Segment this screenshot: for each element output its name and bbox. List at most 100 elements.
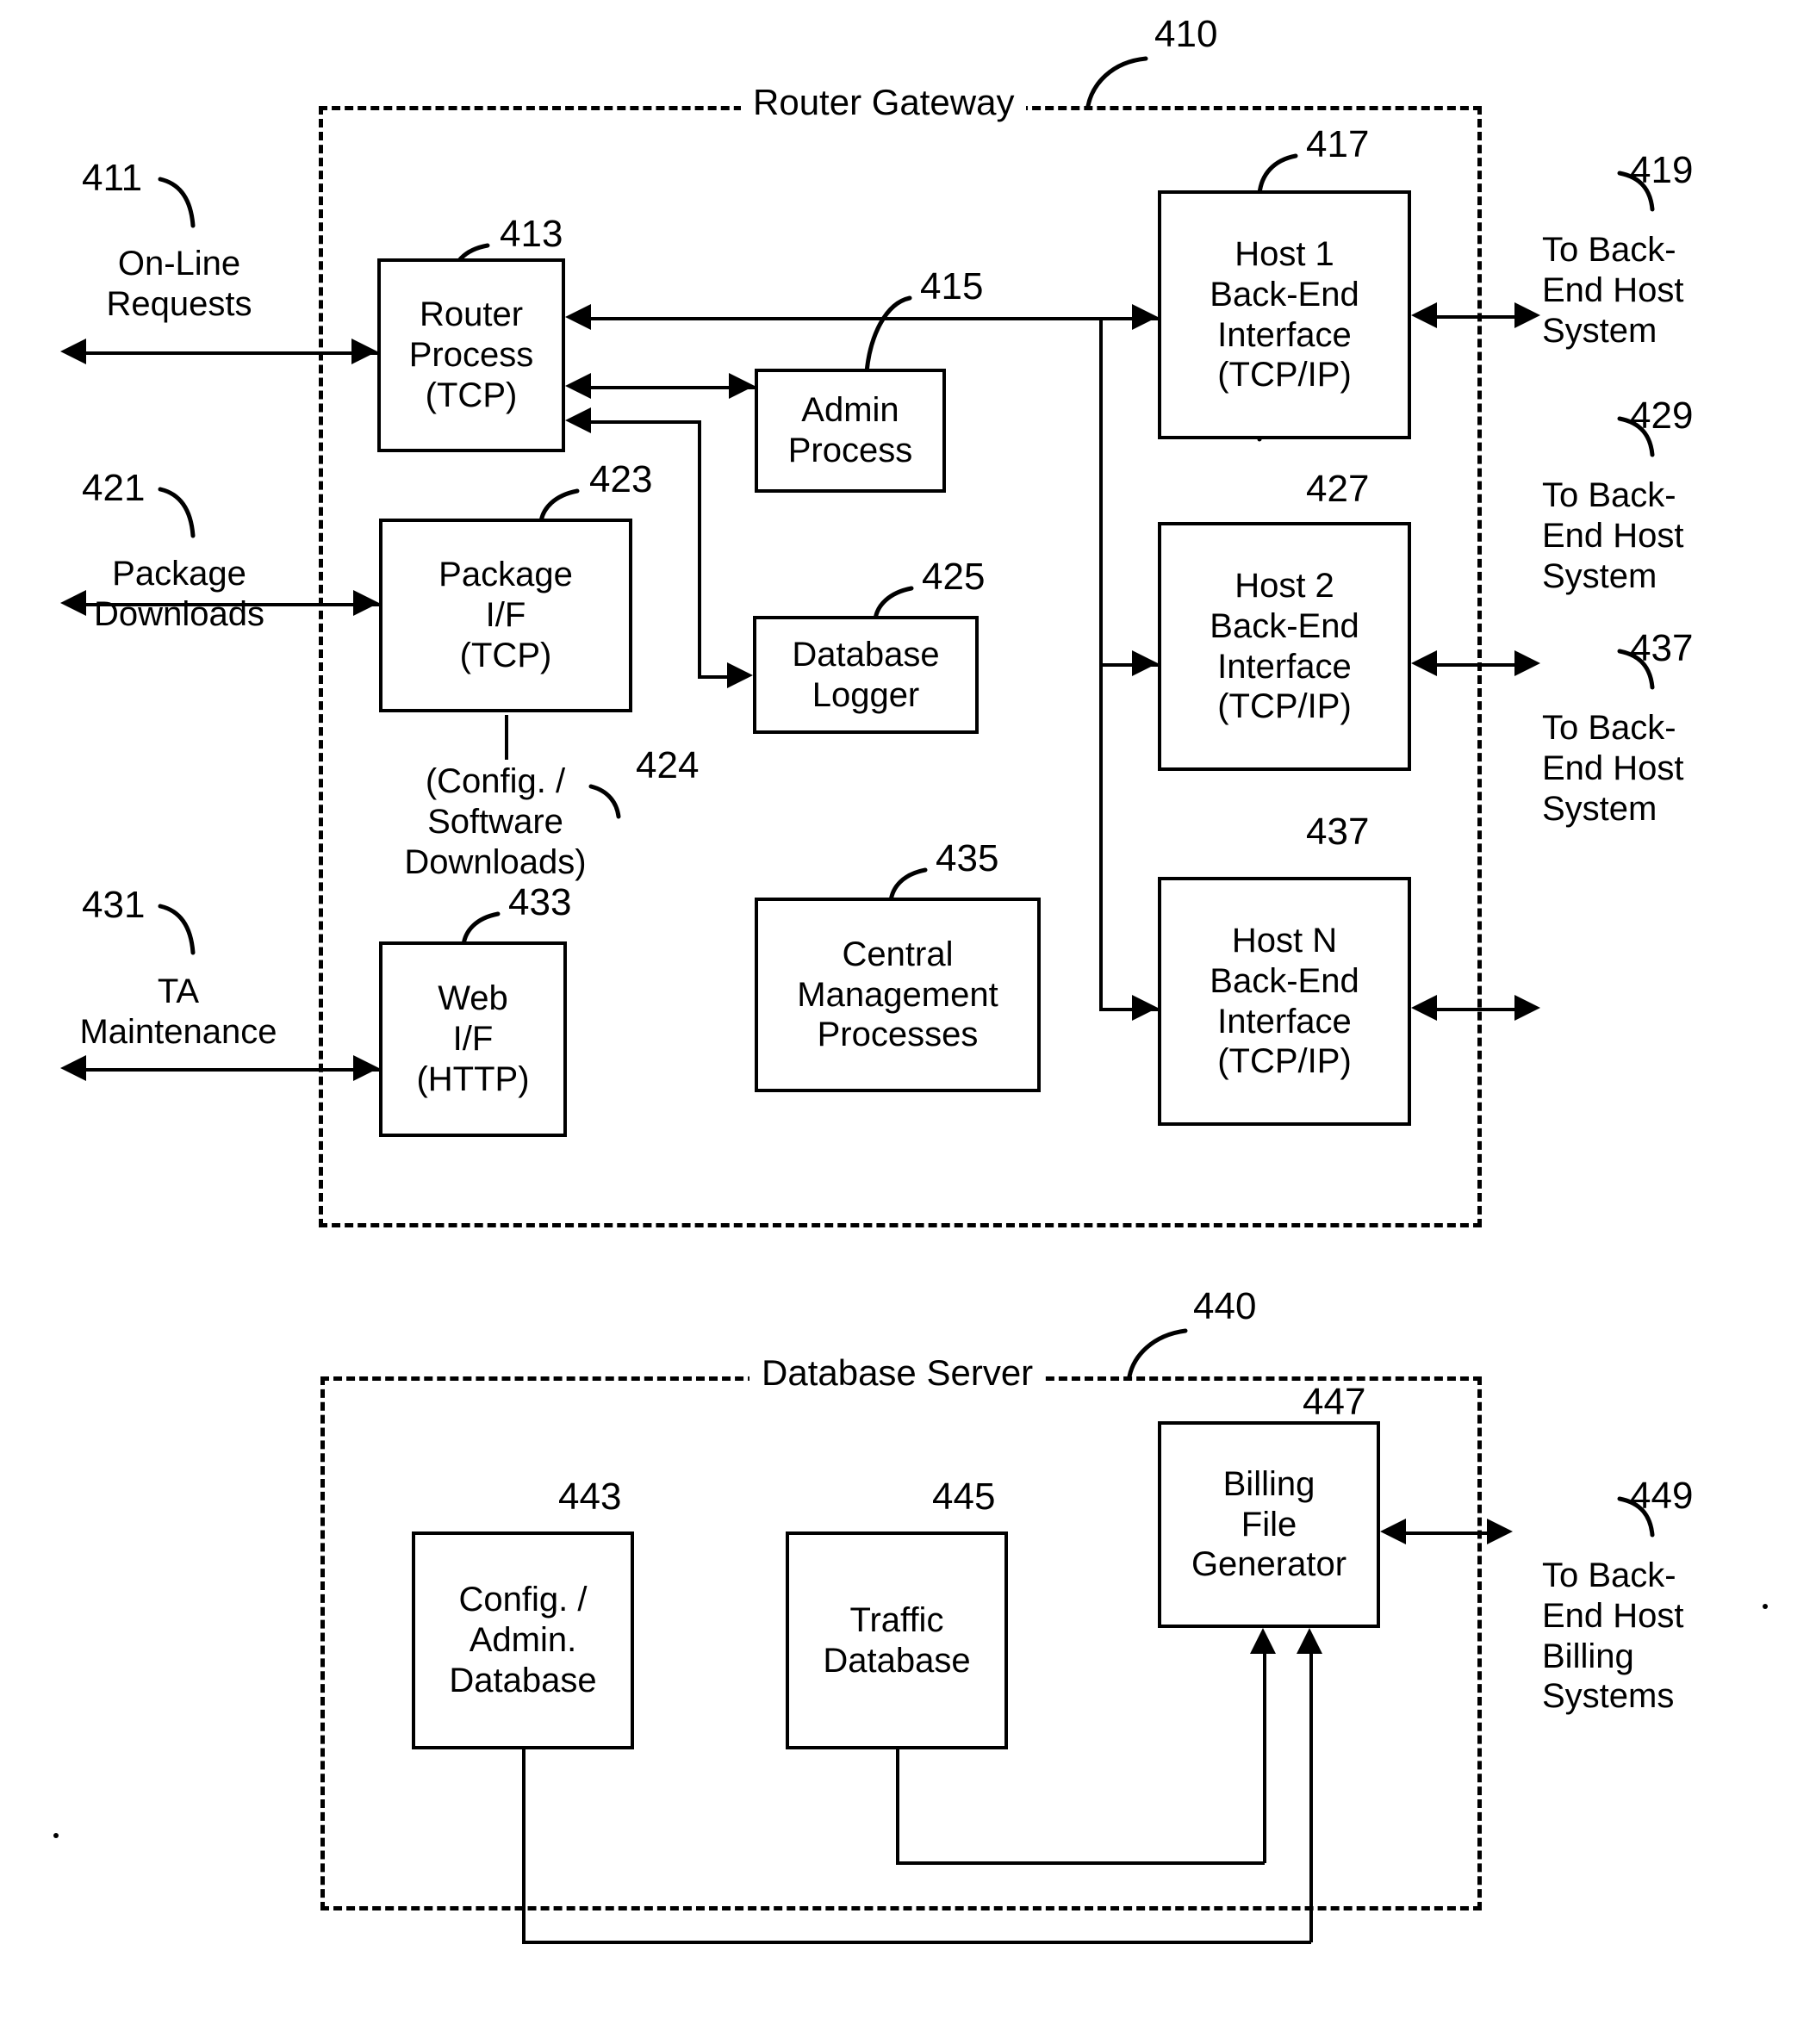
connector-billing-external [1406,1531,1499,1535]
ref-445: 445 [932,1476,996,1518]
connector-online-requests [86,351,377,355]
ref-435: 435 [936,837,999,879]
ref-429: 429 [1630,395,1694,437]
connector-configdb-down [522,1748,526,1942]
arrow-package-downloads-in [353,590,379,616]
config-admin-database-label: Config. / Admin. Database [449,1581,597,1699]
ta-maintenance-label: TA Maintenance [79,972,277,1051]
connector-ta-maintenance [86,1068,379,1072]
router-gateway-title: Router Gateway [741,84,1027,121]
ref-423: 423 [589,458,653,500]
hostn-backend-box[interactable]: Host N Back-End Interface (TCP/IP) [1158,877,1411,1126]
ref-427: 427 [1306,468,1370,510]
package-if-box[interactable]: Package I/F (TCP) [379,519,632,712]
database-server-title: Database Server [749,1355,1046,1391]
connector-package-if-config-stub [505,715,508,760]
ref-415: 415 [920,265,984,308]
ref-417: 417 [1306,123,1370,165]
arrow-host2-external-in [1411,650,1437,676]
ref-437-box: 437 [1306,811,1370,853]
config-admin-database-box[interactable]: Config. / Admin. Database [412,1531,634,1749]
arrow-admin-to-router [565,373,591,399]
billing-file-generator-box[interactable]: Billing File Generator [1158,1421,1380,1628]
arrow-ta-maintenance-out [60,1055,86,1081]
ref-443: 443 [558,1476,622,1518]
ref-410: 410 [1154,13,1218,55]
host1-backend-label: Host 1 Back-End Interface (TCP/IP) [1210,234,1359,395]
arrow-billing-external-in [1380,1519,1406,1544]
arrow-billing-external-out [1487,1519,1513,1544]
arrow-trafficdb-into-billing [1250,1628,1276,1654]
arrow-package-downloads-out [60,590,86,616]
arrow-hostn-external-in [1411,995,1437,1021]
ref-413: 413 [500,213,563,255]
to-backend-billing-systems-label: To Back- End Host Billing Systems [1542,1556,1684,1716]
connector-hostn-external [1437,1008,1527,1011]
connector-configdb-up-to-billing [1309,1654,1313,1942]
connector-package-downloads [86,603,379,606]
connector-logger-to-router-horizontal [591,420,700,424]
connector-configdb-across [522,1941,1311,1944]
router-process-box[interactable]: Router Process (TCP) [377,258,565,452]
arrow-logger-to-router [565,407,591,433]
arrow-online-requests-in [351,339,377,364]
hostn-backend-label: Host N Back-End Interface (TCP/IP) [1210,921,1359,1081]
arrow-into-database-logger [727,662,753,688]
billing-file-generator-label: Billing File Generator [1191,1464,1347,1584]
ref-419: 419 [1630,149,1694,191]
connector-router-to-host-trunk [591,317,1160,320]
router-process-label: Router Process (TCP) [408,295,534,414]
database-logger-label: Database Logger [792,635,940,714]
ref-424: 424 [636,744,700,786]
admin-process-label: Admin Process [787,391,913,469]
connector-trafficdb-across [896,1861,1265,1865]
arrow-host1-external-in [1411,302,1437,328]
ref-425: 425 [922,556,986,598]
ref-421: 421 [82,467,146,509]
traffic-database-box[interactable]: Traffic Database [786,1531,1008,1749]
host2-backend-box[interactable]: Host 2 Back-End Interface (TCP/IP) [1158,522,1411,771]
package-if-label: Package I/F (TCP) [438,556,573,674]
connector-trafficdb-up-to-billing [1263,1654,1266,1863]
arrow-trunk-to-host2 [1132,650,1158,676]
ref-447: 447 [1303,1381,1366,1423]
arrow-host1-external-out [1514,302,1540,328]
ref-437-external: 437 [1630,627,1694,669]
connector-router-to-logger-horizontal [698,675,729,679]
to-backend-host-system-1-label: To Back- End Host System [1542,231,1684,350]
ref-449: 449 [1630,1475,1694,1517]
ref-440: 440 [1193,1285,1257,1327]
scan-speck-2 [53,1833,59,1838]
web-if-box[interactable]: Web I/F (HTTP) [379,941,567,1137]
ref-431: 431 [82,884,146,926]
arrow-configdb-into-billing [1297,1628,1322,1654]
config-software-downloads-label: (Config. / Software Downloads) [404,762,587,881]
connector-logger-vertical [698,420,701,675]
connector-host-vertical-trunk [1099,317,1103,1008]
to-backend-host-system-n-label: To Back- End Host System [1542,709,1684,828]
connector-trafficdb-down [896,1748,899,1863]
central-management-box[interactable]: Central Management Processes [755,898,1041,1092]
host2-backend-label: Host 2 Back-End Interface (TCP/IP) [1210,566,1359,726]
traffic-database-label: Traffic Database [823,1600,971,1680]
arrow-trunk-to-hostn [1132,995,1158,1021]
arrow-ta-maintenance-in [353,1055,379,1081]
arrow-trunk-to-host1 [1132,304,1158,330]
ref-433: 433 [508,881,572,923]
web-if-label: Web I/F (HTTP) [416,979,530,1098]
online-requests-label: On-Line Requests [106,245,252,323]
database-logger-box[interactable]: Database Logger [753,616,979,734]
arrow-router-to-admin [729,373,755,399]
arrow-online-requests-out [60,339,86,364]
scan-speck [1763,1604,1768,1609]
to-backend-host-system-2-label: To Back- End Host System [1542,476,1684,595]
connector-host2-external [1437,663,1527,667]
connector-host1-external [1437,315,1527,319]
central-management-label: Central Management Processes [797,935,998,1054]
ref-411: 411 [82,157,143,199]
patent-figure: Router Gateway 410 Database Server 440 R… [0,0,1816,2044]
arrow-host-trunk-to-router [565,304,591,330]
admin-process-box[interactable]: Admin Process [755,369,946,493]
host1-backend-box[interactable]: Host 1 Back-End Interface (TCP/IP) [1158,190,1411,439]
arrow-host2-external-out [1514,650,1540,676]
